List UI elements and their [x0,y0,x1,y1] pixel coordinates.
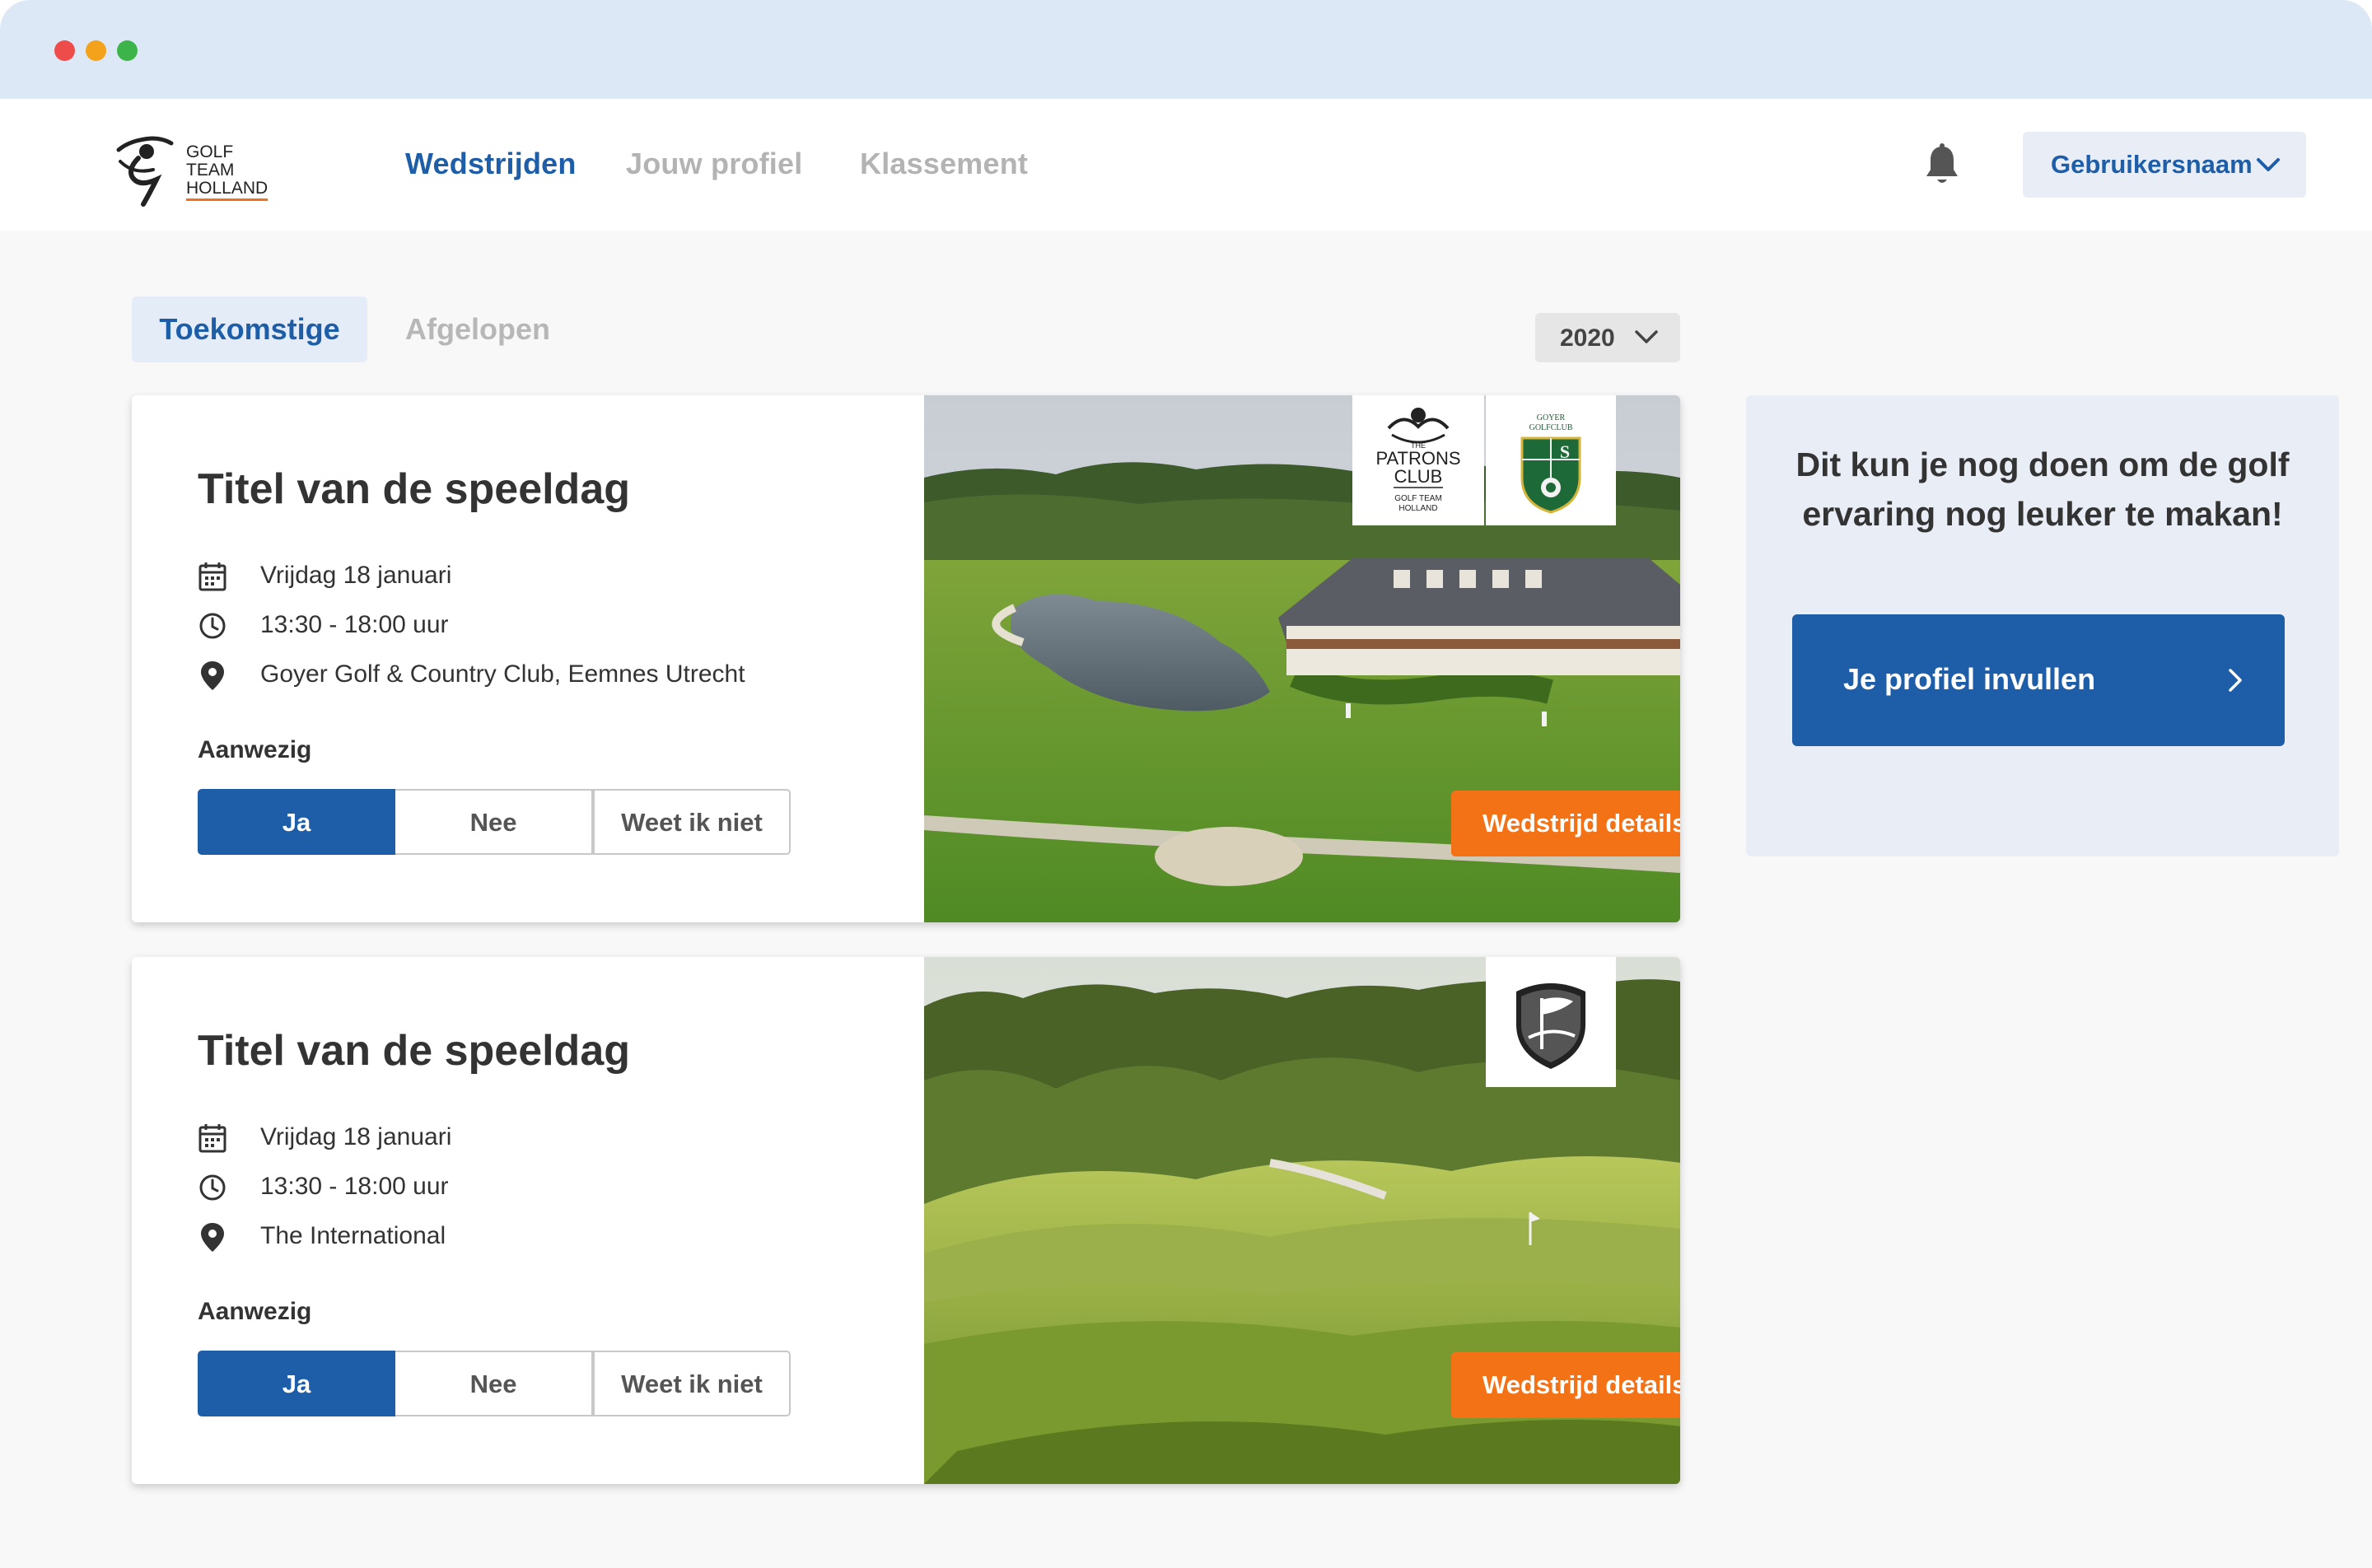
attendance-option-nee[interactable]: Nee [395,1351,593,1416]
attendance-option-nee[interactable]: Nee [395,789,593,855]
shield-flag-icon [1516,983,1585,1069]
logo-line-team: TEAM [186,161,235,180]
profile-cta-panel: Dit kun je nog doen om de golf ervaring … [1746,395,2339,856]
event-location-row: The International [198,1220,939,1253]
top-navigation: GOLF TEAM HOLLAND Wedstrijden Jouw profi… [0,99,2372,231]
user-menu-label: Gebruikersnaam [2051,150,2253,179]
goyer-golfclub-logo: GOYER GOLFCLUB S [1486,395,1616,525]
golfer-logo-icon [116,136,174,207]
event-time: 13:30 - 18:00 uur [260,611,449,638]
event-title: Titel van de speeldag [198,465,631,513]
fill-profile-button[interactable]: Je profiel invullen [1792,614,2285,746]
event-course-image: THE PATRONS CLUB GOLF TEAM HOLLAND GOYER… [924,395,1680,922]
event-location: The International [260,1222,446,1249]
match-details-label: Wedstrijd details [1482,1370,1680,1399]
year-select[interactable]: 2020 [1535,313,1680,362]
event-time-row: 13:30 - 18:00 uur [198,1171,939,1204]
logo-line-holland: HOLLAND [186,180,268,201]
patrons-club-logo: THE PATRONS CLUB GOLF TEAM HOLLAND [1352,395,1484,525]
goyer-logo-line-1: GOYER [1537,413,1566,422]
year-select-value: 2020 [1560,324,1615,352]
user-menu-button[interactable]: Gebruikersnaam [2023,132,2306,198]
attendance-toggle: Ja Nee Weet ik niet [198,1351,791,1416]
bell-icon[interactable] [1924,143,1960,186]
map-pin-icon [201,661,224,690]
nav-jouw-profiel[interactable]: Jouw profiel [626,147,802,181]
attendance-toggle: Ja Nee Weet ik niet [198,789,791,855]
clock-icon [199,613,226,639]
map-pin-icon [201,1223,224,1252]
event-time-row: 13:30 - 18:00 uur [198,609,939,642]
patrons-logo-club: CLUB [1394,466,1443,487]
goyer-golfclub-crest: GOYER GOLFCLUB S [1520,413,1581,514]
attendance-option-ja[interactable]: Ja [198,789,395,855]
the-international-logo [1486,957,1616,1087]
attendance-option-weet-ik-niet[interactable]: Weet ik niet [593,789,791,855]
nav-wedstrijden[interactable]: Wedstrijden [405,147,577,181]
attendance-option-ja[interactable]: Ja [198,1351,395,1416]
chevron-down-icon [2257,158,2280,171]
event-location: Goyer Golf & Country Club, Eemnes Utrech… [260,660,745,688]
patrons-logo-subline-2: HOLLAND [1398,504,1437,513]
match-details-button[interactable]: Wedstrijd details [1451,1352,1680,1418]
match-details-button[interactable]: Wedstrijd details [1451,791,1680,856]
app: GOLF TEAM HOLLAND Wedstrijden Jouw profi… [0,99,2372,1568]
event-card: Titel van de speeldag Vrijdag 18 januari… [132,395,1680,922]
event-date: Vrijdag 18 januari [260,562,452,589]
window-maximize-button[interactable] [117,40,138,61]
window-minimize-button[interactable] [86,40,106,61]
attendance-label: Aanwezig [198,736,312,763]
clock-icon [199,1174,226,1201]
calendar-icon [198,562,226,591]
chevron-down-icon [1635,330,1658,343]
browser-title-bar [0,0,2372,99]
goyer-logo-line-2: GOLFCLUB [1529,423,1573,432]
attendance-option-weet-ik-niet[interactable]: Weet ik niet [593,1351,791,1416]
event-location-row: Goyer Golf & Country Club, Eemnes Utrech… [198,659,939,692]
attendance-label: Aanwezig [198,1298,312,1325]
event-date: Vrijdag 18 januari [260,1123,452,1150]
chevron-right-icon [2229,669,2242,692]
event-date-row: Vrijdag 18 januari [198,560,939,593]
logo-wordmark: GOLF TEAM HOLLAND [186,143,268,201]
golf-team-holland-logo[interactable]: GOLF TEAM HOLLAND [114,125,287,208]
cta-text: Dit kun je nog doen om de golf ervaring … [1795,446,2290,533]
tab-toekomstige[interactable]: Toekomstige [132,296,367,362]
tab-afgelopen[interactable]: Afgelopen [405,296,570,362]
svg-text:S: S [1560,441,1570,462]
event-title: Titel van de speeldag [198,1027,631,1075]
match-details-label: Wedstrijd details [1482,809,1680,838]
event-time: 13:30 - 18:00 uur [260,1173,449,1200]
window-close-button[interactable] [54,40,75,61]
nav-klassement[interactable]: Klassement [860,147,1028,181]
patrons-logo-subline-1: GOLF TEAM [1394,494,1442,503]
calendar-icon [198,1124,226,1153]
fill-profile-label: Je profiel invullen [1843,662,2096,696]
event-card: Titel van de speeldag Vrijdag 18 januari… [132,957,1680,1484]
event-date-row: Vrijdag 18 januari [198,1122,939,1155]
event-course-image: Wedstrijd details [924,957,1680,1484]
patrons-club-logo-mark: THE PATRONS CLUB GOLF TEAM HOLLAND [1375,408,1461,513]
logo-line-golf: GOLF [186,142,234,161]
